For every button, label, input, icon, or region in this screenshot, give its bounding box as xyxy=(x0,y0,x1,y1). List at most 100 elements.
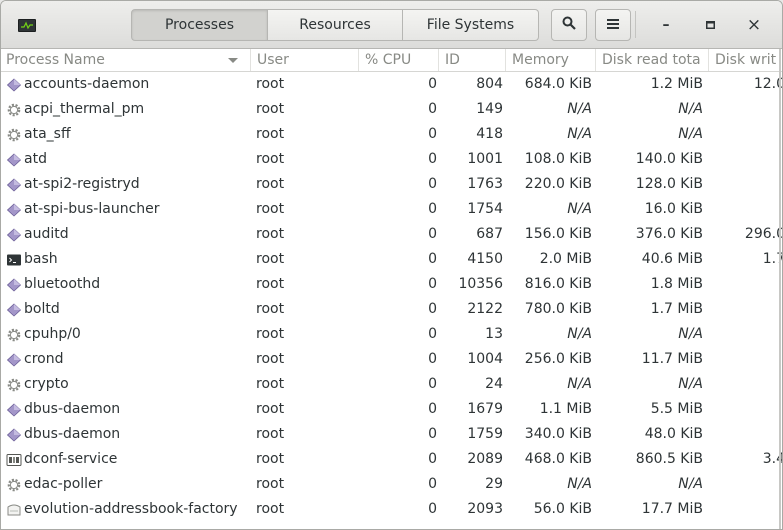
table-row[interactable]: dbus-daemon root 0 1759 340.0 KiB 48.0 KiB xyxy=(1,422,782,447)
process-name-cell: crond xyxy=(6,347,250,372)
table-row[interactable]: at-spi2-registryd root 0 1763 220.0 KiB 128.0… xyxy=(1,172,782,197)
disk-write-cell xyxy=(707,472,782,497)
process-name-cell: acpi_thermal_pm xyxy=(6,97,250,122)
addressbook-icon xyxy=(6,502,22,518)
table-row[interactable]: cpuhp/0 root 0 13 N/A N/A xyxy=(1,322,782,347)
cpu-cell: 0 xyxy=(428,101,437,117)
pid-cell: 13 xyxy=(485,326,503,342)
cpu-cell: 0 xyxy=(428,251,437,267)
table-row[interactable]: auditd root 0 687 156.0 KiB 376.0 KiB 296.0 xyxy=(1,222,782,247)
column-cpu[interactable]: % CPU xyxy=(360,49,439,71)
memory-cell: 340.0 KiB xyxy=(524,426,592,442)
close-button[interactable]: × xyxy=(739,10,769,40)
process-name-cell: ata_sff xyxy=(6,122,250,147)
cpu-cell: 0 xyxy=(428,76,437,92)
tab-resources[interactable]: Resources xyxy=(268,9,403,41)
pid-cell: 1754 xyxy=(467,201,503,217)
user-cell: root xyxy=(256,401,285,417)
cpu-cell: 0 xyxy=(428,126,437,142)
tab-processes[interactable]: Processes xyxy=(131,9,268,41)
header-bar: Processes Resources File Systems – × xyxy=(1,1,782,49)
memory-cell: 2.0 MiB xyxy=(539,251,592,267)
table-row[interactable]: crond root 0 1004 256.0 KiB 11.7 MiB xyxy=(1,347,782,372)
disk-write-cell xyxy=(707,147,782,172)
disk-write-cell: 1.7 xyxy=(762,251,783,267)
column-disk-write-total[interactable]: Disk writ xyxy=(710,49,782,71)
menu-button[interactable] xyxy=(595,9,631,41)
table-row[interactable]: accounts-daemon root 0 804 684.0 KiB 1.2 MiB 1… xyxy=(1,72,782,97)
disk-read-cell: 140.0 KiB xyxy=(635,151,703,167)
table-row[interactable]: bash root 0 4150 2.0 MiB 40.6 MiB 1.7 xyxy=(1,247,782,272)
disk-write-cell: 3.4 xyxy=(762,451,783,467)
column-process-name-label: Process Name xyxy=(6,52,105,68)
process-name-cell: edac-poller xyxy=(6,472,250,497)
pid-cell: 24 xyxy=(485,376,503,392)
scroll-edge xyxy=(779,49,781,529)
table-row[interactable]: dbus-daemon root 0 1679 1.1 MiB 5.5 MiB xyxy=(1,397,782,422)
cpu-cell: 0 xyxy=(428,451,437,467)
table-row[interactable]: atd root 0 1001 108.0 KiB 140.0 KiB xyxy=(1,147,782,172)
column-id[interactable]: ID xyxy=(440,49,506,71)
process-name: bash xyxy=(24,251,58,267)
daemon-icon xyxy=(6,202,22,218)
daemon-icon xyxy=(6,152,22,168)
process-name: crond xyxy=(24,351,64,367)
column-memory[interactable]: Memory xyxy=(507,49,596,71)
table-row[interactable]: dconf-service root 0 2089 468.0 KiB 860.5 KiB… xyxy=(1,447,782,472)
table-row[interactable]: acpi_thermal_pm root 0 149 N/A N/A xyxy=(1,97,782,122)
memory-cell: N/A xyxy=(567,126,592,142)
process-name-cell: dconf-service xyxy=(6,447,250,472)
user-cell: root xyxy=(256,176,285,192)
process-name: evolution-addressbook-factory xyxy=(24,501,238,517)
user-cell: root xyxy=(256,326,285,342)
table-row[interactable]: at-spi-bus-launcher root 0 1754 N/A 16.0 KiB xyxy=(1,197,782,222)
memory-cell: N/A xyxy=(567,376,592,392)
disk-read-cell: 16.0 KiB xyxy=(644,201,703,217)
table-row[interactable]: crypto root 0 24 N/A N/A xyxy=(1,372,782,397)
table-row[interactable]: boltd root 0 2122 780.0 KiB 1.7 MiB xyxy=(1,297,782,322)
column-user[interactable]: User xyxy=(252,49,359,71)
process-name-cell: atd xyxy=(6,147,250,172)
pid-cell: 687 xyxy=(476,226,503,242)
terminal-icon xyxy=(6,252,22,268)
daemon-icon xyxy=(6,402,22,418)
process-name: edac-poller xyxy=(24,476,103,492)
user-cell: root xyxy=(256,276,285,292)
process-name-cell: dbus-daemon xyxy=(6,422,250,447)
column-disk-read-total[interactable]: Disk read tota xyxy=(597,49,709,71)
disk-read-cell: 1.7 MiB xyxy=(650,301,703,317)
disk-read-cell: 376.0 KiB xyxy=(635,226,703,242)
tab-file-systems[interactable]: File Systems xyxy=(403,9,539,41)
user-cell: root xyxy=(256,101,285,117)
maximize-icon xyxy=(705,17,715,33)
table-row[interactable]: edac-poller root 0 29 N/A N/A xyxy=(1,472,782,497)
process-name: dbus-daemon xyxy=(24,426,121,442)
user-cell: root xyxy=(256,476,285,492)
table-row[interactable]: bluetoothd root 0 10356 816.0 KiB 1.8 MiB xyxy=(1,272,782,297)
pid-cell: 1679 xyxy=(467,401,503,417)
disk-read-cell: 1.8 MiB xyxy=(650,276,703,292)
search-button[interactable] xyxy=(551,9,587,41)
gear-icon xyxy=(6,127,22,143)
process-name: cpuhp/0 xyxy=(24,326,81,342)
cpu-cell: 0 xyxy=(428,376,437,392)
user-cell: root xyxy=(256,201,285,217)
user-cell: root xyxy=(256,251,285,267)
system-monitor-window: Processes Resources File Systems – × Pro… xyxy=(0,0,783,530)
daemon-icon xyxy=(6,302,22,318)
table-row[interactable]: ata_sff root 0 418 N/A N/A xyxy=(1,122,782,147)
table-row[interactable]: evolution-addressbook-factory root 0 2093 56… xyxy=(1,497,782,522)
cpu-cell: 0 xyxy=(428,201,437,217)
cpu-cell: 0 xyxy=(428,426,437,442)
minimize-button[interactable]: – xyxy=(651,10,681,40)
cpu-cell: 0 xyxy=(428,326,437,342)
user-cell: root xyxy=(256,501,285,517)
user-cell: root xyxy=(256,351,285,367)
daemon-icon xyxy=(6,352,22,368)
pid-cell: 4150 xyxy=(467,251,503,267)
column-process-name[interactable]: Process Name xyxy=(1,49,251,71)
disk-write-cell xyxy=(707,322,782,347)
maximize-button[interactable] xyxy=(695,10,725,40)
process-name: accounts-daemon xyxy=(24,76,150,92)
pid-cell: 2093 xyxy=(467,501,503,517)
